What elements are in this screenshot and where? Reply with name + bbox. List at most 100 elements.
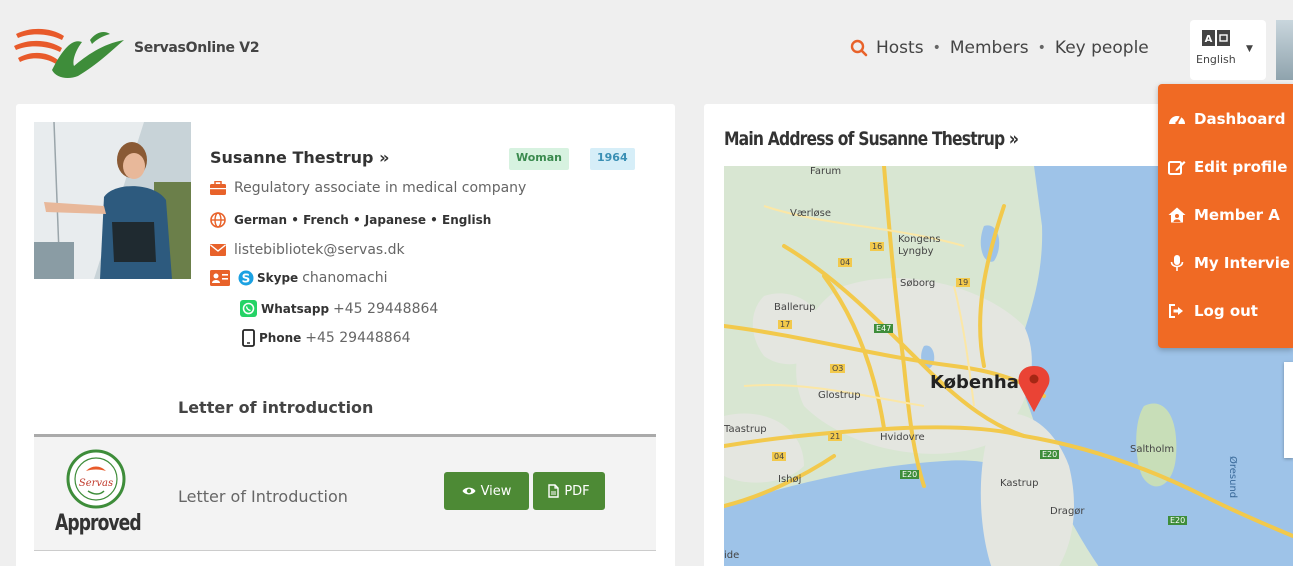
nav-separator: • — [1037, 40, 1046, 56]
menu-item-dashboard[interactable]: Dashboard — [1168, 110, 1285, 128]
svg-text:A: A — [1205, 34, 1213, 45]
road-shield: E20 — [1040, 450, 1060, 459]
occupation-text: Regulatory associate in medical company — [234, 180, 527, 196]
top-bar: ServasOnline V2 Hosts • Members • Key pe… — [0, 0, 1293, 95]
microphone-icon — [1170, 255, 1184, 271]
eye-icon — [462, 487, 476, 495]
menu-item-log-out[interactable]: Log out — [1168, 302, 1258, 320]
house-user-icon — [1168, 207, 1186, 223]
svg-text:S: S — [242, 272, 251, 286]
member-name[interactable]: Susanne Thestrup » — [210, 148, 389, 167]
map-label-oresund: Øresund — [1227, 456, 1238, 499]
globe-icon — [210, 212, 226, 228]
approved-seal-icon: Servas — [66, 449, 126, 509]
whatsapp-icon — [240, 300, 257, 317]
phone-icon — [242, 329, 255, 347]
contact-row: S Skype chanomachi — [210, 270, 387, 286]
whatsapp-number[interactable]: +45 29448864 — [333, 301, 438, 317]
gender-badge: Woman — [509, 148, 570, 170]
road-shield: E20 — [1168, 516, 1188, 525]
nav-key-people[interactable]: Key people — [1055, 38, 1149, 58]
pdf-label: PDF — [564, 483, 590, 499]
sign-out-icon — [1169, 304, 1183, 318]
letter-heading: Letter of introduction — [178, 398, 374, 417]
road-shield: 16 — [870, 242, 885, 251]
view-letter-button[interactable]: View — [444, 472, 529, 510]
map-label-saltholm: Saltholm — [1130, 444, 1175, 455]
view-label: View — [480, 483, 512, 499]
phone-label: Phone — [259, 331, 302, 345]
file-pdf-icon — [548, 484, 560, 498]
skype-icon: S — [238, 270, 254, 286]
briefcase-icon — [210, 181, 226, 195]
whatsapp-row: Whatsapp +45 29448864 — [240, 300, 438, 317]
menu-label: Member A — [1194, 206, 1280, 224]
language-icon: A — [1202, 30, 1230, 46]
map-label-dragor: Dragør — [1050, 506, 1085, 517]
map-label-vaerlose: Værløse — [790, 208, 832, 219]
tachometer-icon — [1169, 116, 1185, 125]
letter-label: Letter of Introduction — [178, 487, 348, 506]
road-shield: 17 — [778, 320, 793, 329]
phone-number[interactable]: +45 29448864 — [305, 330, 410, 346]
menu-item-my-interviews[interactable]: My Intervie — [1168, 254, 1290, 272]
map-label-ishoj: Ishøj — [778, 474, 802, 485]
languages-text: German • French • Japanese • English — [234, 213, 492, 227]
approved-status: Approved — [55, 511, 142, 536]
languages-row: German • French • Japanese • English — [210, 212, 491, 228]
whatsapp-label: Whatsapp — [261, 301, 330, 316]
map-label-kongens-lyngby: Kongens Lyngby — [898, 234, 941, 257]
servas-logo[interactable] — [12, 20, 128, 80]
chevron-down-icon: ▼ — [1246, 44, 1253, 54]
map-label-kastrup: Kastrup — [1000, 478, 1039, 489]
occupation-row: Regulatory associate in medical company — [210, 180, 526, 196]
profile-photo[interactable] — [34, 122, 191, 279]
nav-members[interactable]: Members — [950, 38, 1029, 58]
map-title[interactable]: Main Address of Susanne Thestrup » — [724, 128, 1019, 150]
menu-item-member-account[interactable]: Member A — [1168, 206, 1280, 224]
search-icon — [850, 39, 868, 57]
email-row: listebibliotek@servas.dk — [210, 242, 405, 258]
road-shield: E20 — [900, 470, 920, 479]
menu-label: Log out — [1194, 302, 1258, 320]
main-nav: Hosts • Members • Key people — [850, 38, 1149, 58]
pdf-letter-button[interactable]: PDF — [533, 472, 605, 510]
user-dropdown-menu: Dashboard Edit profile Member A My Inter… — [1158, 84, 1293, 348]
map-label-taastrup: Taastrup — [724, 424, 767, 435]
map-label-glostrup: Glostrup — [818, 390, 861, 401]
map-zoom-control[interactable] — [1284, 362, 1293, 458]
road-shield: 21 — [828, 432, 843, 441]
skype-handle[interactable]: chanomachi — [302, 270, 387, 286]
skype-label: Skype — [257, 271, 299, 285]
menu-label: My Intervie — [1194, 254, 1291, 272]
map-label-ide: ide — [724, 550, 740, 561]
road-shield: 19 — [956, 278, 971, 287]
birth-year-badge: 1964 — [590, 148, 635, 170]
road-shield: 04 — [772, 452, 787, 461]
edit-icon — [1168, 161, 1186, 175]
menu-label: Dashboard — [1194, 110, 1286, 128]
road-shield: E47 — [874, 324, 894, 333]
nav-separator: • — [932, 40, 941, 56]
user-avatar[interactable] — [1276, 20, 1293, 80]
menu-label: Edit profile — [1194, 158, 1288, 176]
menu-item-edit-profile[interactable]: Edit profile — [1168, 158, 1287, 176]
road-shield: O3 — [830, 364, 846, 373]
envelope-icon — [210, 244, 226, 256]
map-label-farum: Farum — [810, 166, 842, 177]
map-label-soborg: Søborg — [900, 278, 936, 289]
letter-row: Servas Approved Letter of Introduction V… — [34, 434, 656, 551]
map-label-ballerup: Ballerup — [774, 302, 816, 313]
map-label-kobenhavn: Københa — [930, 372, 1019, 393]
email-link[interactable]: listebibliotek@servas.dk — [234, 242, 405, 258]
phone-row: Phone +45 29448864 — [242, 329, 411, 347]
road-shield: 04 — [838, 258, 853, 267]
map-label-hvidovre: Hvidovre — [880, 432, 925, 443]
language-selector[interactable]: A ▼ English — [1190, 20, 1266, 80]
profile-card: Susanne Thestrup » Woman 1964 Regulatory… — [16, 104, 675, 566]
language-label: English — [1196, 53, 1236, 66]
contact-card-icon — [210, 270, 230, 286]
nav-hosts[interactable]: Hosts — [876, 38, 924, 58]
seal-text: Servas — [79, 478, 113, 489]
brand-name[interactable]: ServasOnline V2 — [134, 40, 260, 56]
